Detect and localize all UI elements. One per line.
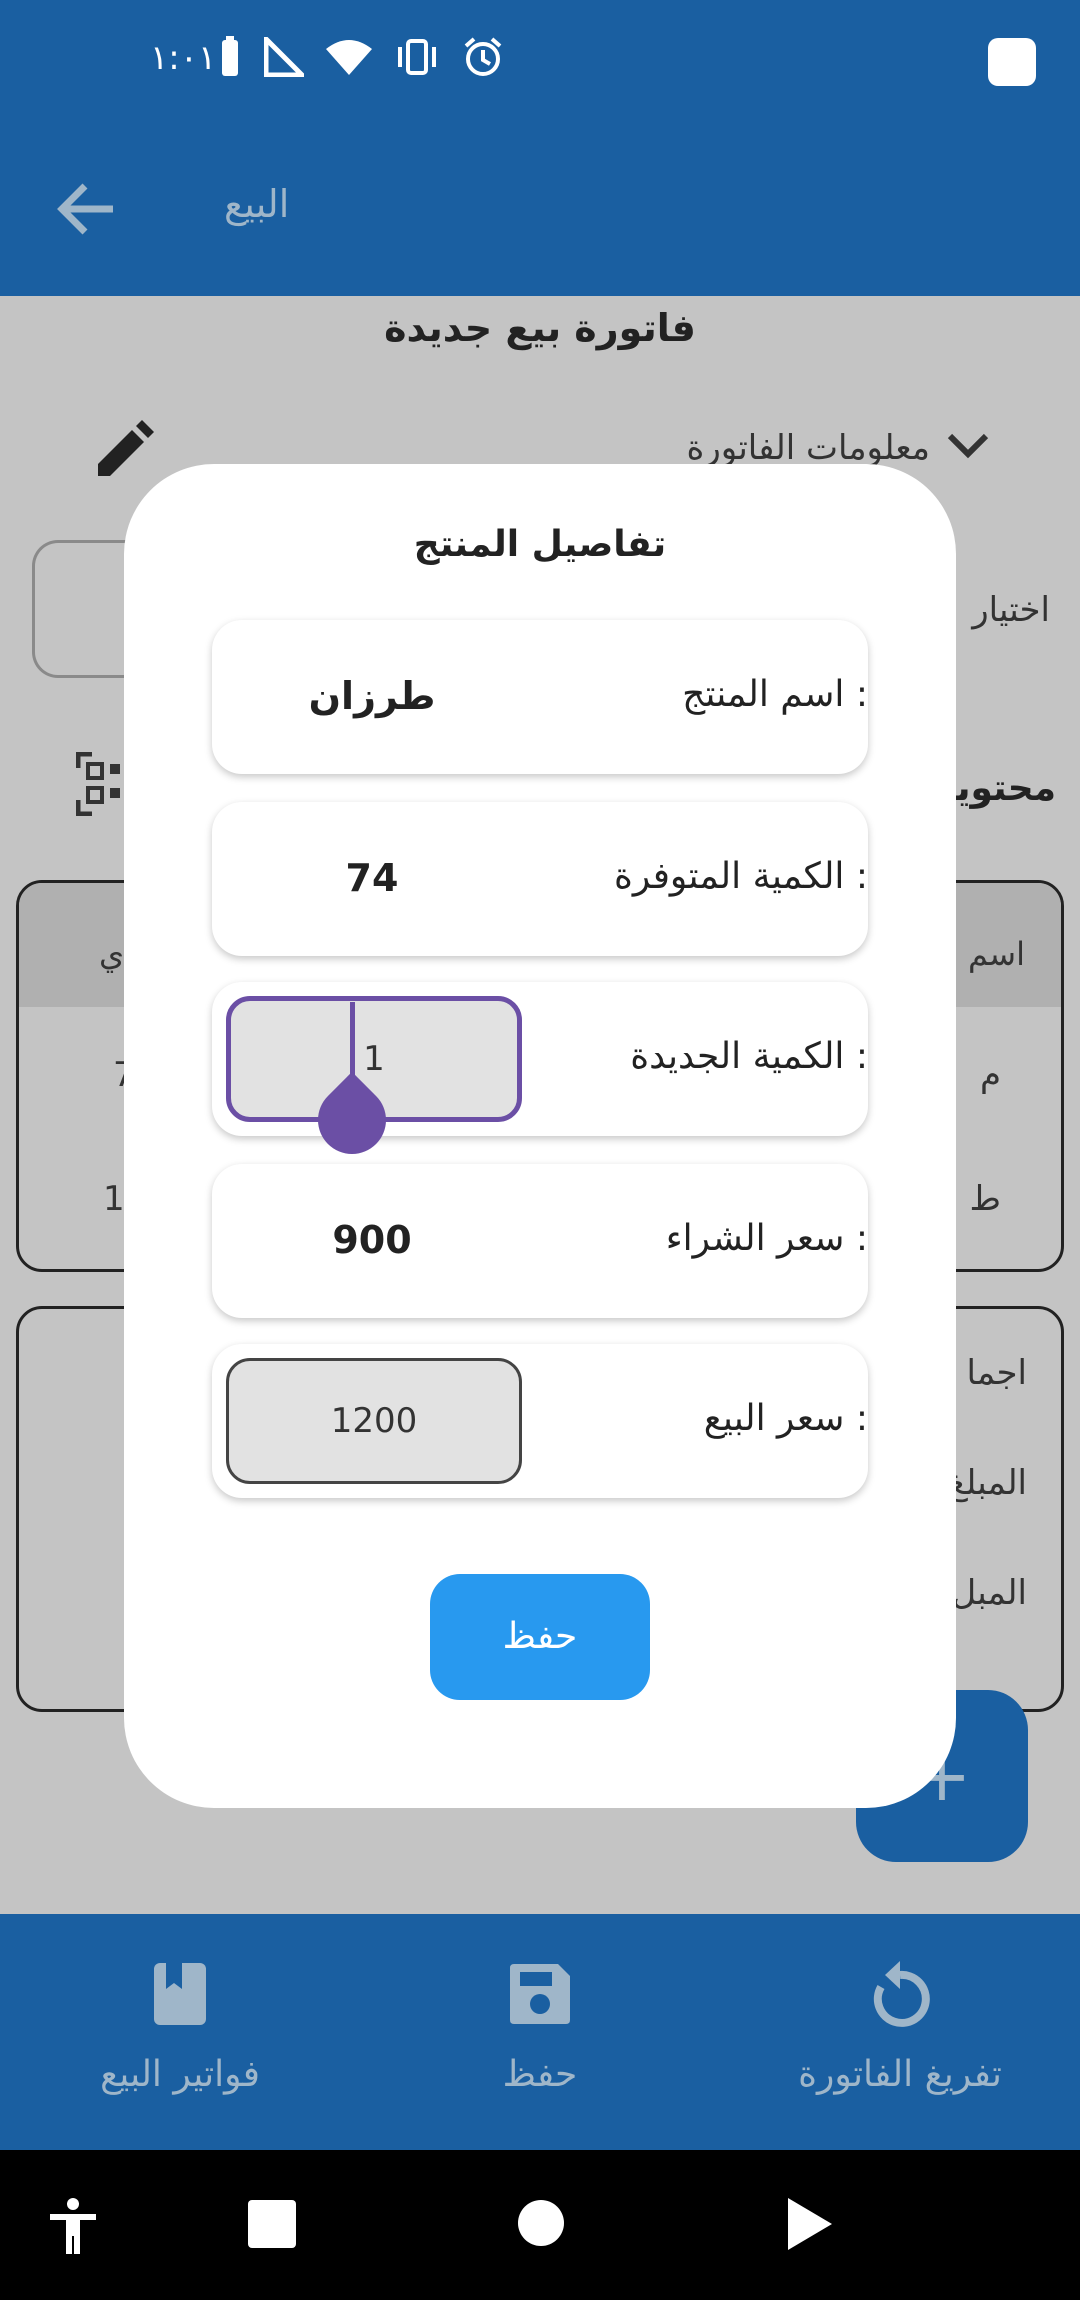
- new-quantity-card: الكمية الجديدة : 1: [212, 982, 868, 1169]
- available-quantity-card: الكمية المتوفرة : 74: [212, 802, 868, 956]
- arrow-back-icon: [57, 183, 113, 235]
- alarm-icon: [464, 37, 502, 76]
- table-cell: 1: [103, 1179, 125, 1219]
- available-quantity-label: الكمية المتوفرة :: [613, 856, 868, 897]
- triangle-back-icon: [788, 2198, 832, 2250]
- save-icon: [510, 1964, 570, 2024]
- back-nav-button[interactable]: [786, 2198, 834, 2254]
- book-icon: [154, 1963, 206, 2025]
- battery-icon: [222, 36, 238, 76]
- save-button[interactable]: حفظ: [430, 1574, 650, 1700]
- product-details-dialog: تفاصيل المنتج اسم المنتج : طرزان الكمية …: [124, 464, 956, 1808]
- expand-button[interactable]: [946, 432, 990, 464]
- qr-code-icon: [75, 751, 120, 817]
- nav-save[interactable]: حفظ: [390, 1954, 690, 2095]
- new-quantity-value: 1: [363, 1039, 385, 1079]
- nav-sales-invoices[interactable]: فواتير البيع: [30, 1954, 330, 2095]
- table-header-cell: ي: [99, 935, 125, 973]
- nav-clear-invoice[interactable]: تفريغ الفاتورة: [750, 1954, 1050, 2095]
- page-title: البيع: [224, 182, 290, 226]
- notification-square-icon: [988, 38, 1036, 86]
- square-icon: [248, 2200, 296, 2248]
- wifi-icon: [326, 40, 372, 75]
- back-button[interactable]: [52, 174, 122, 244]
- product-picker-label: اختيار: [972, 590, 1050, 630]
- sale-price-label: سعر البيع :: [703, 1398, 868, 1439]
- sale-price-value: 1200: [330, 1401, 418, 1441]
- product-name-label: اسم المنتج :: [682, 674, 868, 715]
- total-label: اجما: [966, 1353, 1027, 1393]
- edit-button[interactable]: [92, 420, 154, 486]
- vibrate-icon: [398, 39, 436, 75]
- recents-button[interactable]: [248, 2200, 296, 2252]
- refresh-icon: [873, 1961, 930, 2027]
- product-name-card: اسم المنتج : طرزان: [212, 620, 868, 774]
- product-name-value: طرزان: [308, 674, 436, 718]
- purchase-price-label: سعر الشراء :: [665, 1218, 868, 1259]
- system-navigation-bar: [0, 2150, 1080, 2300]
- text-cursor: [350, 1002, 355, 1082]
- table-cell: م: [979, 1055, 1001, 1095]
- chevron-down-icon: [947, 433, 989, 459]
- pencil-icon: [98, 420, 154, 476]
- amount-label: المبلغ: [947, 1463, 1027, 1503]
- dialog-title: تفاصيل المنتج: [413, 524, 667, 565]
- home-button[interactable]: [518, 2200, 564, 2250]
- invoice-title: فاتورة بيع جديدة: [384, 306, 696, 350]
- purchase-price-value: 900: [332, 1218, 412, 1262]
- sale-price-card: سعر البيع : 1200: [212, 1344, 868, 1498]
- amount-label: المبل: [951, 1573, 1027, 1613]
- available-quantity-value: 74: [345, 856, 399, 900]
- qr-scan-button[interactable]: [75, 751, 128, 820]
- circle-icon: [518, 2200, 564, 2246]
- nav-label: فواتير البيع: [100, 2054, 260, 2095]
- invoice-info-toggle[interactable]: معلومات الفاتورة: [687, 428, 930, 468]
- nav-label: حفظ: [502, 2054, 578, 2095]
- bottom-navigation: فواتير البيع حفظ تفريغ الفاتورة: [0, 1914, 1080, 2150]
- table-header-cell: اسم: [968, 935, 1025, 973]
- new-quantity-label: الكمية الجديدة :: [630, 1036, 868, 1077]
- accessibility-icon: [50, 2198, 96, 2254]
- sale-price-input[interactable]: 1200: [226, 1358, 522, 1484]
- nav-label: تفريغ الفاتورة: [798, 2054, 1002, 2095]
- table-cell: ط: [969, 1179, 1001, 1219]
- accessibility-button[interactable]: [48, 2198, 98, 2258]
- app-bar: البيع: [0, 120, 1080, 296]
- purchase-price-card: سعر الشراء : 900: [212, 1164, 868, 1318]
- status-bar: ١:٠١: [0, 0, 1080, 120]
- signal-icon: [264, 37, 304, 77]
- contents-label: محتويا: [943, 768, 1056, 809]
- clock: ١:٠١: [150, 38, 217, 78]
